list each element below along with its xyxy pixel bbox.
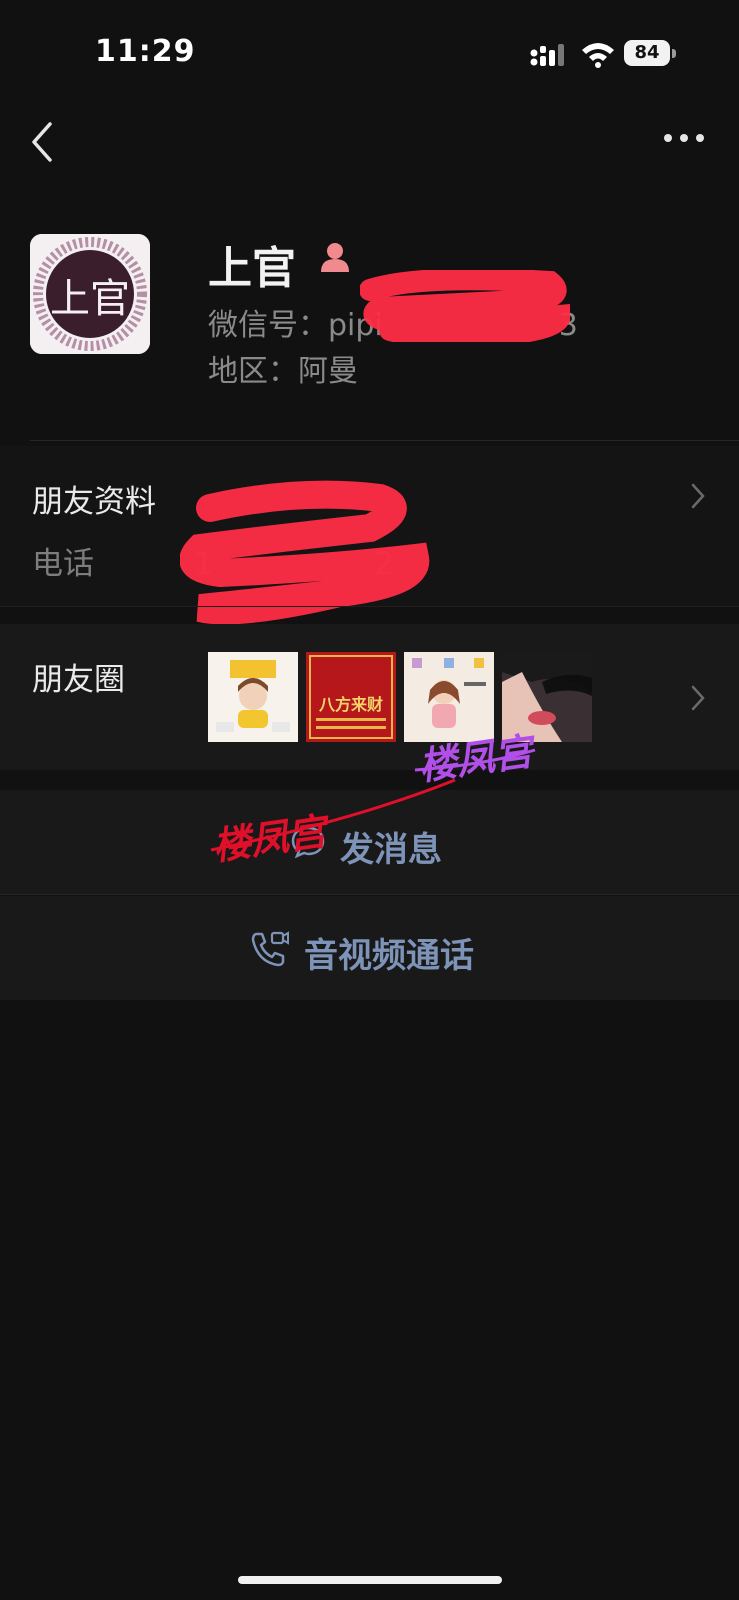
more-button[interactable] [662, 130, 706, 146]
phone-label-text: 电话 [32, 546, 94, 582]
avatar-logo-icon: 上官 [30, 234, 150, 354]
cartoon-girl-icon [216, 660, 290, 732]
chevron-right-icon [691, 483, 705, 509]
wifi-icon [582, 43, 614, 68]
cellular-signal-icon [530, 44, 564, 66]
friend-info-title: 朋友资料 [32, 484, 156, 520]
redaction-scribble-icon [360, 270, 570, 342]
moments-title: 朋友圈 [32, 662, 125, 698]
back-button[interactable] [28, 120, 58, 164]
moments-thumbnail: 八方来财 [306, 652, 396, 742]
moments-thumbnail [208, 652, 298, 742]
fortune-poster-icon: 八方来财 [309, 655, 393, 739]
female-icon [321, 243, 349, 272]
battery-level: 84 [624, 40, 670, 66]
battery-icon: 84 [624, 40, 676, 68]
profile-name: 上官 [208, 243, 296, 294]
status-time: 11:29 [95, 34, 196, 69]
avatar-text: 上官 [50, 276, 130, 322]
avatar[interactable]: 上官 [30, 234, 150, 354]
wechat-id-label: 微信号：pipi [208, 308, 383, 343]
video-call-label: 音视频通话 [304, 936, 474, 976]
phone-video-icon [251, 931, 289, 967]
poster-text: 八方来财 [318, 695, 383, 714]
chevron-right-icon [691, 685, 705, 711]
region: 地区：阿曼 [208, 354, 358, 389]
home-indicator[interactable] [238, 1576, 502, 1584]
